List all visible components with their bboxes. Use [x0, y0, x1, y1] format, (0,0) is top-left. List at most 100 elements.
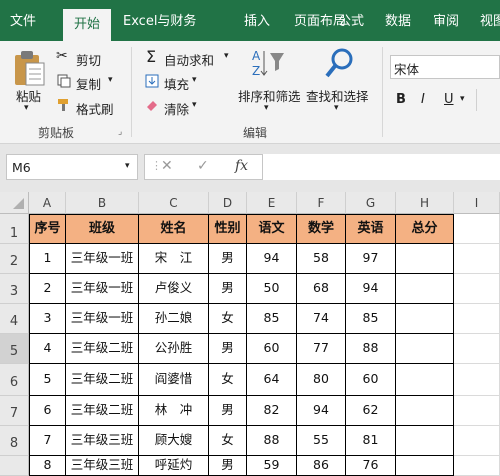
cell-seq[interactable]: 7	[29, 426, 66, 456]
cell-total[interactable]	[396, 244, 454, 274]
cell-gender[interactable]: 女	[209, 364, 247, 396]
cell-math[interactable]: 80	[297, 364, 346, 396]
tab-review[interactable]: 审阅	[433, 10, 459, 29]
row-header[interactable]: 7	[0, 396, 29, 426]
cell-class[interactable]: 三年级三班	[66, 426, 139, 456]
cell-class[interactable]: 三年级一班	[66, 304, 139, 334]
row-header[interactable]: 5	[0, 334, 29, 364]
insert-function-button[interactable]: fx	[235, 158, 248, 174]
copy-button[interactable]: 复制	[76, 74, 101, 93]
header-cell-total[interactable]: 总分	[396, 214, 454, 244]
cell-chinese[interactable]: 64	[247, 364, 297, 396]
column-header-h[interactable]: H	[396, 192, 454, 214]
cell-class[interactable]: 三年级二班	[66, 334, 139, 364]
cell-seq[interactable]: 3	[29, 304, 66, 334]
cell-chinese[interactable]: 59	[247, 456, 297, 476]
underline-button[interactable]: U	[444, 92, 454, 107]
row-header[interactable]: 6	[0, 364, 29, 396]
cell-empty[interactable]	[454, 396, 500, 426]
cell-english[interactable]: 81	[346, 426, 396, 456]
cell-math[interactable]: 68	[297, 274, 346, 304]
cell-english[interactable]: 60	[346, 364, 396, 396]
clear-button[interactable]: 清除	[164, 99, 189, 118]
cell-gender[interactable]: 男	[209, 396, 247, 426]
copy-dropdown-icon[interactable]: ▾	[108, 75, 113, 85]
cell-chinese[interactable]: 88	[247, 426, 297, 456]
cell-total[interactable]	[396, 364, 454, 396]
cell-empty[interactable]	[454, 214, 500, 244]
header-cell-math[interactable]: 数学	[297, 214, 346, 244]
cell-empty[interactable]	[454, 304, 500, 334]
tab-excel-finance[interactable]: Excel与财务	[123, 10, 196, 29]
autosum-button[interactable]: 自动求和	[164, 50, 214, 69]
underline-dropdown-icon[interactable]: ▾	[460, 94, 465, 104]
cell-gender[interactable]: 男	[209, 456, 247, 476]
cell-total[interactable]	[396, 426, 454, 456]
cell-empty[interactable]	[454, 426, 500, 456]
header-cell-english[interactable]: 英语	[346, 214, 396, 244]
cell-class[interactable]: 三年级一班	[66, 244, 139, 274]
cell-seq[interactable]: 6	[29, 396, 66, 426]
cell-gender[interactable]: 男	[209, 244, 247, 274]
cell-seq[interactable]: 5	[29, 364, 66, 396]
font-name-field[interactable]: 宋体	[390, 55, 500, 79]
cell-chinese[interactable]: 94	[247, 244, 297, 274]
cell-english[interactable]: 97	[346, 244, 396, 274]
column-header-f[interactable]: F	[297, 192, 346, 214]
header-cell-gender[interactable]: 性别	[209, 214, 247, 244]
cell-chinese[interactable]: 50	[247, 274, 297, 304]
row-header[interactable]: 2	[0, 244, 29, 274]
autosum-dropdown-icon[interactable]: ▾	[224, 51, 229, 61]
cell-name[interactable]: 林 冲	[139, 396, 209, 426]
column-header-c[interactable]: C	[139, 192, 209, 214]
italic-button[interactable]: I	[421, 92, 425, 107]
cell-name[interactable]: 孙二娘	[139, 304, 209, 334]
cell-name[interactable]: 呼延灼	[139, 456, 209, 476]
name-box-dropdown-icon[interactable]: ▾	[125, 161, 130, 171]
row-header[interactable]	[0, 456, 29, 476]
cell-english[interactable]: 85	[346, 304, 396, 334]
tab-formulas-visible[interactable]: 公式	[338, 10, 364, 29]
cell-class[interactable]: 三年级二班	[66, 364, 139, 396]
header-cell-chinese[interactable]: 语文	[247, 214, 297, 244]
tab-insert[interactable]: 插入	[244, 10, 270, 29]
cut-button[interactable]: 剪切	[76, 50, 101, 69]
cell-empty[interactable]	[454, 244, 500, 274]
fill-button[interactable]: 填充	[164, 74, 189, 93]
cell-math[interactable]: 55	[297, 426, 346, 456]
cell-chinese[interactable]: 82	[247, 396, 297, 426]
column-header-e[interactable]: E	[247, 192, 297, 214]
cell-name[interactable]: 顾大嫂	[139, 426, 209, 456]
cell-gender[interactable]: 女	[209, 426, 247, 456]
select-all-corner[interactable]	[0, 192, 29, 214]
cell-seq[interactable]: 2	[29, 274, 66, 304]
sort-filter-dropdown-icon[interactable]: ▾	[264, 103, 269, 113]
column-header-d[interactable]: D	[209, 192, 247, 214]
cell-empty[interactable]	[454, 364, 500, 396]
tab-home[interactable]: 开始	[63, 9, 111, 41]
cell-empty[interactable]	[454, 334, 500, 364]
cell-name[interactable]: 公孙胜	[139, 334, 209, 364]
cell-gender[interactable]: 男	[209, 334, 247, 364]
bold-button[interactable]: B	[396, 92, 406, 107]
paste-icon[interactable]	[12, 49, 46, 87]
sort-filter-button[interactable]: 排序和筛选	[238, 86, 301, 105]
cell-name[interactable]: 宋 江	[139, 244, 209, 274]
cell-empty[interactable]	[454, 274, 500, 304]
cell-math[interactable]: 77	[297, 334, 346, 364]
cell-math[interactable]: 94	[297, 396, 346, 426]
cell-total[interactable]	[396, 304, 454, 334]
cell-class[interactable]: 三年级二班	[66, 396, 139, 426]
row-header[interactable]: 3	[0, 274, 29, 304]
cell-total[interactable]	[396, 456, 454, 476]
cell-chinese[interactable]: 85	[247, 304, 297, 334]
paste-dropdown-icon[interactable]: ▾	[24, 103, 29, 113]
column-header-i[interactable]: I	[454, 192, 500, 214]
enter-icon[interactable]: ✓	[197, 158, 209, 174]
cell-english[interactable]: 76	[346, 456, 396, 476]
header-cell-class[interactable]: 班级	[66, 214, 139, 244]
cancel-icon[interactable]: ✕	[161, 158, 173, 174]
cell-name[interactable]: 阎婆惜	[139, 364, 209, 396]
name-box[interactable]: M6 ▾	[6, 154, 138, 180]
column-header-b[interactable]: B	[66, 192, 139, 214]
